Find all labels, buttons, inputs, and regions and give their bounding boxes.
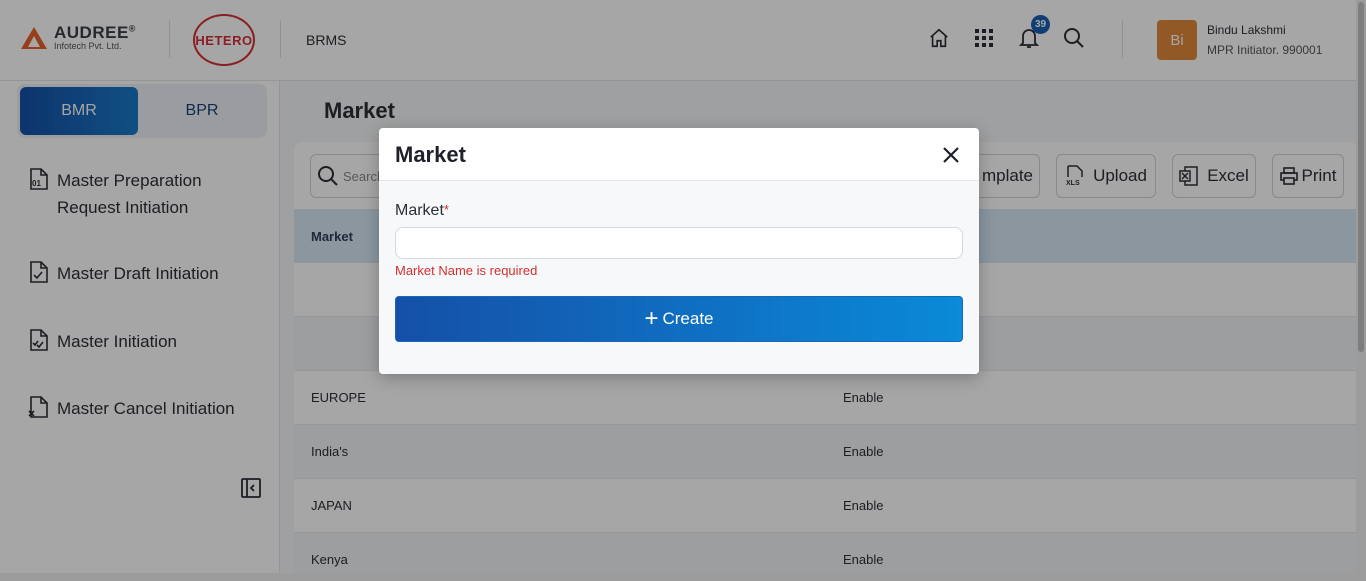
modal-title: Market [395,142,466,167]
create-button[interactable]: + Create [395,296,963,342]
market-name-input[interactable] [395,227,963,259]
market-label-text: Market [395,202,444,219]
required-mark: * [443,202,449,217]
close-icon[interactable] [940,144,962,166]
market-field-label: Market* [395,202,449,220]
plus-icon: + [644,305,659,332]
create-label: Create [662,309,714,328]
validation-error: Market Name is required [395,263,538,278]
modal-header: Market [379,128,979,181]
market-modal: Market Market* Market Name is required +… [379,128,979,374]
modal-body: Market* Market Name is required + Create [379,181,979,374]
